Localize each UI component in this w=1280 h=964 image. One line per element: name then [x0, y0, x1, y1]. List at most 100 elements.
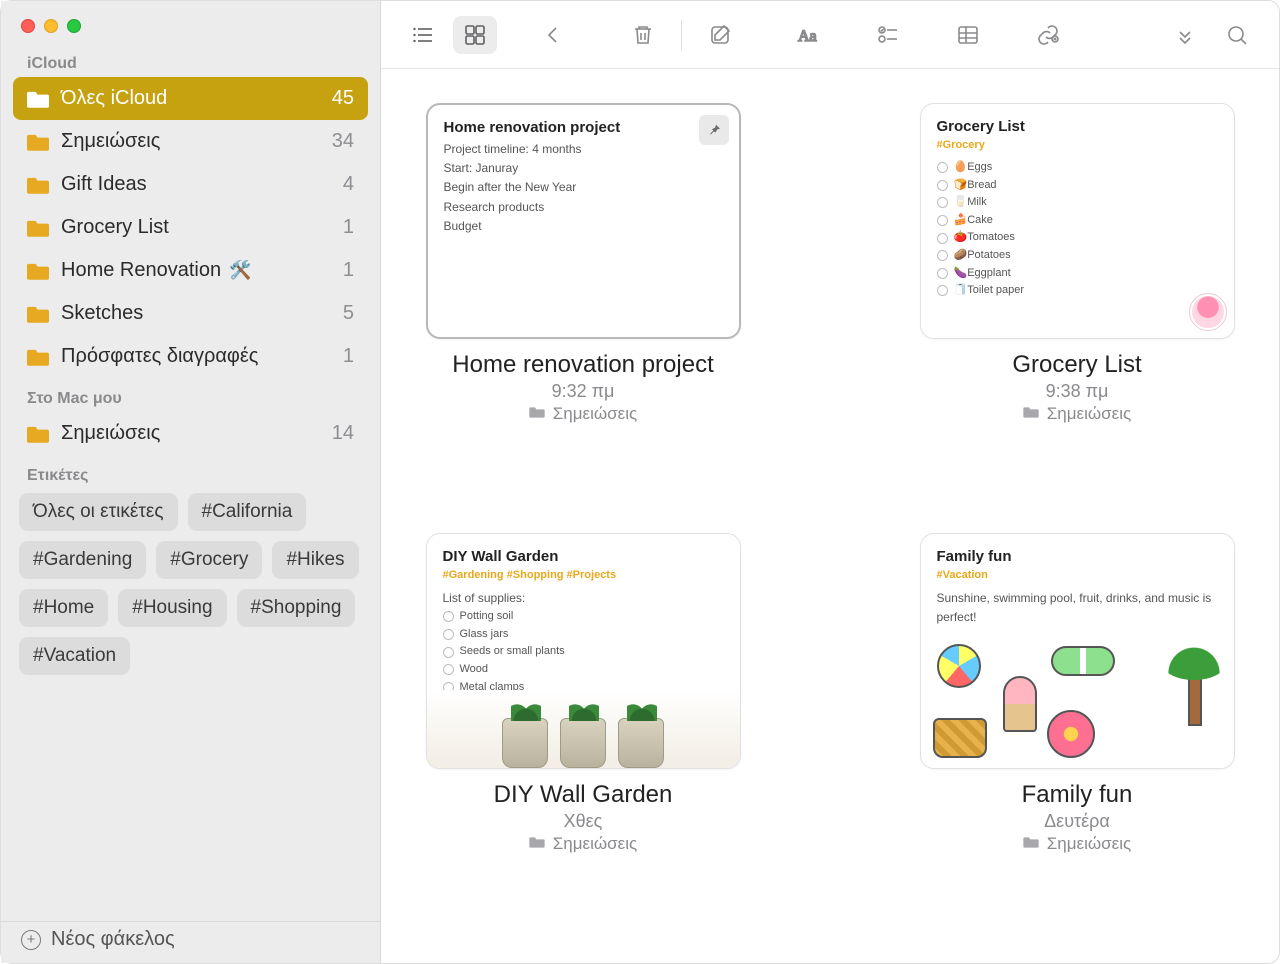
sidebar-folder[interactable]: Σημειώσεις 14	[13, 412, 368, 455]
close-window[interactable]	[21, 19, 35, 33]
note-item[interactable]: DIY Wall Garden#Gardening #Shopping #Pro…	[421, 533, 745, 929]
radio-icon	[443, 629, 454, 640]
tag-chip[interactable]: #Grocery	[156, 541, 262, 579]
sidebar-folder[interactable]: Home Renovation🛠️1	[13, 249, 368, 292]
card-check-item: 🥚Eggs	[937, 159, 1218, 177]
folder-label: Σημειώσεις	[61, 422, 160, 445]
tag-chip[interactable]: #Hikes	[272, 541, 358, 579]
tag-chip[interactable]: #Housing	[118, 589, 226, 627]
card-title: Grocery List	[937, 118, 1218, 135]
tag-chip[interactable]: #Vacation	[19, 637, 130, 675]
card-check-item: 🥛Milk	[937, 194, 1218, 212]
tag-chip[interactable]: #Gardening	[19, 541, 146, 579]
card-line: Project timeline: 4 months	[444, 140, 723, 159]
note-item[interactable]: Family fun#VacationSunshine, swimming po…	[915, 533, 1239, 929]
folder-list-icloud: Όλες iCloud 45 Σημειώσεις34Gift Ideas4Groc…	[1, 77, 380, 378]
link-button[interactable]	[1026, 16, 1070, 54]
note-folder: Σημειώσεις	[1023, 834, 1131, 854]
folder-icon	[529, 404, 545, 424]
format-button[interactable]: Aa	[786, 16, 830, 54]
card-line: Research products	[444, 198, 723, 217]
sidebar-folder[interactable]: Όλες iCloud 45	[13, 77, 368, 120]
tag-chip[interactable]: #Shopping	[237, 589, 356, 627]
note-item[interactable]: Home renovation project Project timeline:…	[421, 103, 745, 499]
tags-list: Όλες οι ετικέτες #California #Gardening #Gr…	[19, 489, 362, 675]
pin-icon	[699, 115, 729, 145]
note-card[interactable]: Family fun#VacationSunshine, swimming po…	[920, 533, 1235, 769]
new-folder-button[interactable]: + Νέος φάκελος	[1, 921, 380, 957]
folder-label: Sketches	[61, 302, 143, 325]
tag-chip[interactable]: #Home	[19, 589, 108, 627]
note-title: Family fun	[1022, 781, 1133, 809]
card-check-item: Potting soil	[443, 608, 724, 626]
radio-icon	[443, 611, 454, 622]
folder-count: 14	[332, 422, 354, 445]
shared-avatar	[1190, 294, 1226, 330]
minimize-window[interactable]	[44, 19, 58, 33]
card-check-item: Glass jars	[443, 626, 724, 644]
card-lead: List of supplies:	[443, 589, 724, 608]
folder-label: Όλες iCloud	[61, 87, 167, 110]
folder-list-mac: Σημειώσεις 14	[1, 412, 380, 455]
folder-icon	[529, 834, 545, 854]
folder-label: Πρόσφατες διαγραφές	[61, 345, 258, 368]
tag-chip[interactable]: Όλες οι ετικέτες	[19, 493, 178, 531]
sidebar-folder[interactable]: Sketches5	[13, 292, 368, 335]
compose-button[interactable]	[698, 16, 742, 54]
back-button[interactable]	[531, 16, 575, 54]
card-title: DIY Wall Garden	[443, 548, 724, 565]
folder-count: 1	[343, 345, 354, 368]
folder-icon	[27, 348, 49, 366]
note-card[interactable]: Home renovation projectProject timeline:…	[426, 103, 741, 339]
card-check-item: 🍞Bread	[937, 177, 1218, 195]
radio-icon	[443, 664, 454, 675]
notes-gallery: Home renovation project Project timeline:…	[381, 69, 1279, 963]
folder-count: 45	[332, 87, 354, 110]
folder-icon	[27, 133, 49, 151]
folder-icon	[27, 425, 49, 443]
card-line: Begin after the New Year	[444, 178, 723, 197]
table-button[interactable]	[946, 16, 990, 54]
sidebar-folder[interactable]: Gift Ideas4	[13, 163, 368, 206]
note-time: 9:38 πμ	[1046, 381, 1109, 402]
stickers-image	[931, 640, 1224, 760]
note-time: Δευτέρα	[1044, 811, 1110, 832]
folder-icon	[27, 219, 49, 237]
note-title: Grocery List	[1012, 351, 1141, 379]
note-time: 9:32 πμ	[552, 381, 615, 402]
search-button[interactable]	[1215, 16, 1259, 54]
card-body: Sunshine, swimming pool, fruit, drinks, …	[937, 589, 1218, 627]
radio-icon	[937, 268, 948, 279]
note-title: Home renovation project	[452, 351, 713, 379]
folder-icon	[27, 262, 49, 280]
sidebar-folder[interactable]: Grocery List1	[13, 206, 368, 249]
folder-label: Gift Ideas	[61, 173, 147, 196]
card-tags: #Grocery	[937, 139, 1218, 151]
sidebar-folder[interactable]: Πρόσφατες διαγραφές 1	[13, 335, 368, 378]
list-view-button[interactable]	[401, 16, 445, 54]
note-folder: Σημειώσεις	[529, 834, 637, 854]
radio-icon	[937, 180, 948, 191]
card-check-item: Wood	[443, 661, 724, 679]
gallery-view-button[interactable]	[453, 16, 497, 54]
new-folder-label: Νέος φάκελος	[51, 928, 175, 951]
toolbar: Aa	[381, 1, 1279, 69]
note-card[interactable]: Grocery List #Grocery 🥚Eggs🍞Bread🥛Milk🍰Cak…	[920, 103, 1235, 339]
delete-button[interactable]	[621, 16, 665, 54]
note-time: Χθες	[564, 811, 603, 832]
radio-icon	[443, 647, 454, 658]
card-check-item: 🍰Cake	[937, 212, 1218, 230]
checklist-button[interactable]	[866, 16, 910, 54]
fullscreen-window[interactable]	[67, 19, 81, 33]
section-mac-label: Στο Mac μου	[1, 378, 380, 412]
toolbar-divider	[681, 20, 682, 50]
folder-count: 1	[343, 259, 354, 282]
sidebar-folder[interactable]: Σημειώσεις34	[13, 120, 368, 163]
note-card[interactable]: DIY Wall Garden#Gardening #Shopping #Pro…	[426, 533, 741, 769]
more-button[interactable]	[1163, 16, 1207, 54]
radio-icon	[937, 215, 948, 226]
window-controls	[1, 1, 380, 43]
note-folder: Σημειώσεις	[529, 404, 637, 424]
tag-chip[interactable]: #California	[188, 493, 307, 531]
note-item[interactable]: Grocery List #Grocery 🥚Eggs🍞Bread🥛Milk🍰Cak…	[915, 103, 1239, 499]
